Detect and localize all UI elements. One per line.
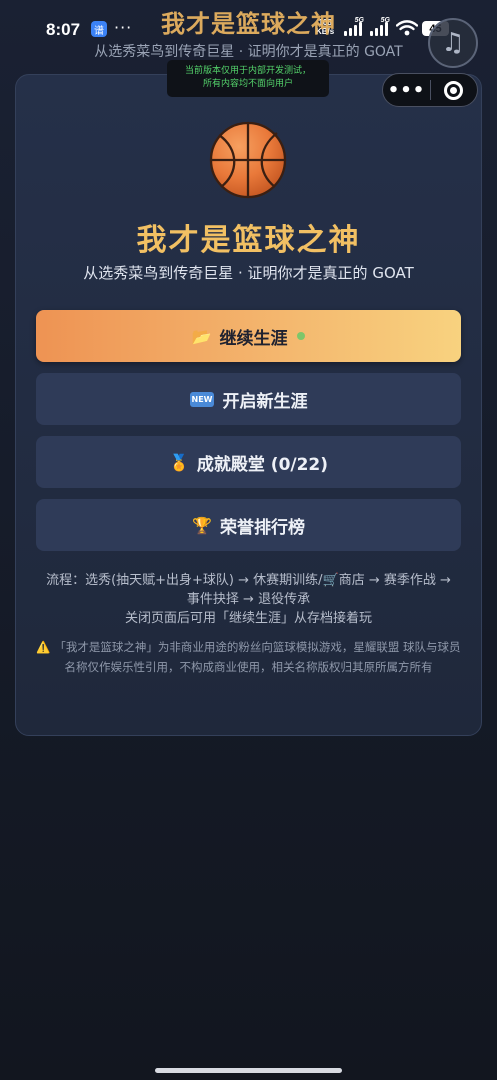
game-flow-description: 流程：选秀(抽天赋+出身+球队) → 休赛期训练/🛒商店 → 赛季作战 → 事件… (34, 571, 463, 609)
dev-notice-banner: 当前版本仅用于内部开发测试， 所有内容均不面向用户 (167, 60, 329, 97)
warning-icon: ⚠️ (36, 640, 51, 654)
trophy-icon: 🏆 (192, 515, 212, 535)
save-hint: 关闭页面后可用「继续生涯」从存档接着玩 (124, 611, 372, 626)
flow-line-1: 流程：选秀(抽天赋+出身+球队) → 休赛期训练/🛒商店 → 赛季作战 → (46, 573, 451, 588)
more-options-button[interactable]: ••• (383, 80, 430, 101)
new-career-label: 开启新生涯 (222, 391, 308, 412)
close-miniprogram-button[interactable] (431, 80, 477, 100)
basketball-icon (209, 121, 287, 199)
dev-notice-line1: 当前版本仅用于内部开发测试， (184, 66, 311, 76)
achievements-button[interactable]: 🏅 成就殿堂 (0/22) (36, 436, 461, 488)
achievements-label: 成就殿堂 (0/22) (196, 454, 329, 475)
new-career-button[interactable]: NEW 开启新生涯 (36, 373, 461, 425)
leaderboard-label: 荣誉排行榜 (219, 517, 305, 538)
music-note-icon: ♫ (441, 28, 465, 58)
save-status-dot (297, 332, 306, 340)
header-subtitle: 从选秀菜鸟到传奇巨星 · 证明你才是真正的 GOAT (94, 44, 403, 60)
disclaimer-text: 「我才是篮球之神」为非商业用途的粉丝向篮球模拟游戏，星耀联盟 球队与球员名称仅作… (54, 640, 461, 674)
leaderboard-button[interactable]: 🏆 荣誉排行榜 (36, 499, 461, 551)
continue-career-label: 继续生涯 (219, 328, 288, 349)
dev-notice-line2: 所有内容均不面向用户 (202, 79, 293, 89)
music-toggle-button[interactable]: ♫ (428, 18, 478, 68)
header-title: 我才是篮球之神 (161, 10, 336, 38)
home-indicator[interactable] (155, 1068, 342, 1073)
new-icon: NEW (189, 391, 215, 407)
medal-icon: 🏅 (168, 452, 189, 472)
page-title: 我才是篮球之神 (136, 223, 361, 258)
folder-icon: 📂 (191, 326, 212, 346)
page-subtitle: 从选秀菜鸟到传奇巨星 · 证明你才是真正的 GOAT (83, 264, 414, 282)
miniprogram-capsule: ••• (382, 73, 478, 107)
close-target-icon (444, 80, 464, 100)
disclaimer: ⚠️ 「我才是篮球之神」为非商业用途的粉丝向篮球模拟游戏，星耀联盟 球队与球员名… (36, 637, 461, 677)
continue-career-button[interactable]: 📂 继续生涯 (36, 310, 461, 362)
